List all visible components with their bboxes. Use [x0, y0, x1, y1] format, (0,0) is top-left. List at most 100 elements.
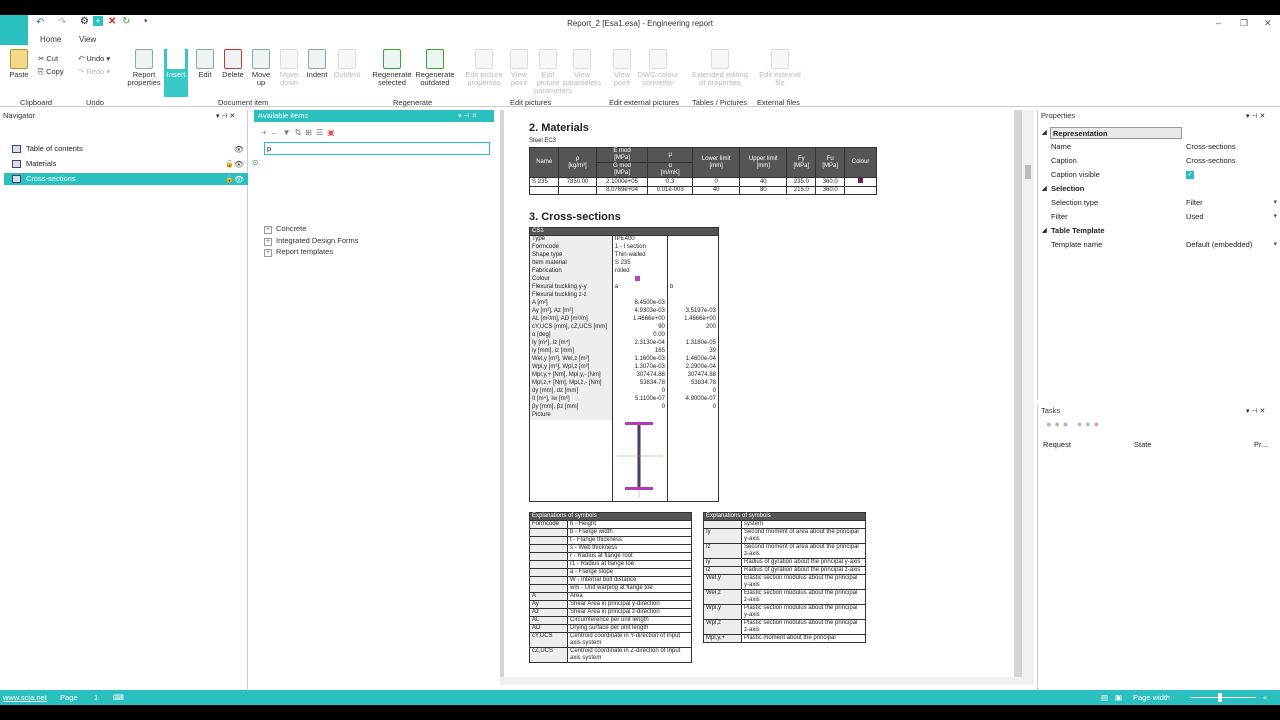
tree-item-concrete[interactable]: + Concrete — [264, 224, 306, 234]
nav-item-cross-sections[interactable]: Cross-sections 🔓 👁 — [4, 173, 248, 185]
table-row: Az Shear Area in principal z-direction — [529, 608, 692, 617]
search-input[interactable]: p — [264, 142, 490, 155]
col-request[interactable]: Request — [1043, 440, 1071, 449]
property-row[interactable]: ◢ Representation — [1038, 126, 1280, 140]
collapse-icon[interactable]: ◢ — [1042, 182, 1047, 196]
edit-picture-properties-button[interactable]: Edit picture properties — [462, 49, 506, 87]
insert-button[interactable]: Insert — [164, 49, 188, 97]
close-window-icon[interactable]: ✕ — [1264, 18, 1272, 29]
maximize-icon[interactable]: ❐ — [1240, 18, 1248, 29]
next-icon[interactable]: ● — [1085, 419, 1093, 429]
dwg-colour-converter-button[interactable]: DWG colour converter — [636, 49, 680, 87]
indent-button[interactable]: Indent — [304, 49, 330, 79]
visibility-icon[interactable]: 👁 — [234, 174, 244, 186]
expand-icon[interactable]: ⊞ — [305, 128, 316, 137]
horizontal-scrollbar[interactable] — [500, 677, 1022, 685]
edit-picture-parameters-button[interactable]: Edit picture parameters — [534, 49, 572, 95]
caption-visible-checkbox[interactable]: ✓ — [1186, 171, 1194, 179]
paste-button[interactable]: Paste — [6, 49, 32, 79]
move-down-button[interactable]: Move down — [276, 49, 302, 87]
property-row[interactable]: Selection type Filter ▾ — [1038, 196, 1280, 210]
properties-options-icon[interactable]: ▾ ⊣ ✕ — [1246, 112, 1265, 120]
property-value[interactable]: Cross-sections — [1186, 140, 1236, 154]
chevron-down-icon[interactable]: ▾ — [1273, 196, 1277, 210]
tab-home[interactable]: Home — [40, 35, 61, 44]
keyboard-icon[interactable]: ⌨ — [113, 690, 124, 705]
property-row[interactable]: Filter Used ▾ — [1038, 210, 1280, 224]
cancel-icon[interactable]: ● — [1094, 419, 1102, 429]
list-icon[interactable]: ☰ — [316, 128, 327, 137]
col-state[interactable]: State — [1134, 440, 1152, 449]
expand-icon[interactable]: + — [264, 249, 272, 257]
nav-item-materials[interactable]: Materials 🔓 👁 — [4, 158, 248, 170]
outdent-button[interactable]: Outdent — [332, 49, 362, 79]
copy-button[interactable]: ⎘ Copy — [38, 67, 64, 77]
move-up-button[interactable]: Move up — [250, 49, 272, 87]
chevron-down-icon[interactable]: ▾ — [1273, 238, 1277, 252]
table-cell: Wel,y — [703, 574, 742, 590]
property-row[interactable]: Caption Cross-sections — [1038, 154, 1280, 168]
view-point-icon — [510, 49, 528, 69]
tab-view[interactable]: View — [79, 35, 96, 44]
visibility-icon[interactable]: 👁 — [234, 144, 244, 156]
undo-button[interactable]: ↶ Undo ▾ — [78, 54, 110, 63]
pause-icon[interactable]: ● — [1077, 419, 1085, 429]
extended-editing-button[interactable]: Extended editing of properties — [688, 49, 752, 87]
redo-button[interactable]: ↷ Redo ▾ — [78, 67, 110, 76]
available-options-icon[interactable]: ▾ ⊣ ✕ — [458, 112, 477, 120]
navigator-options-icon[interactable]: ▾ ⊣ ✕ — [216, 112, 235, 120]
property-row[interactable]: ◢ Table Template — [1038, 224, 1280, 238]
layout-icon[interactable]: ▥ — [1101, 690, 1108, 705]
nav-item-table-of-contents[interactable]: Table of contents 👁 — [4, 143, 248, 155]
tree-item-report-templates[interactable]: + Report templates — [264, 247, 333, 257]
cut-button[interactable]: ✂ Cut — [38, 54, 58, 63]
zoom-thumb[interactable] — [1218, 693, 1222, 702]
property-row[interactable]: Caption visible ✓ — [1038, 168, 1280, 182]
regenerate-selected-button[interactable]: Regenerate selected — [370, 49, 414, 87]
minimize-icon[interactable]: – — [1216, 18, 1221, 28]
add-icon[interactable]: + — [262, 128, 271, 137]
property-row[interactable]: Template name Default (embedded) ▾ — [1038, 238, 1280, 252]
document-area[interactable]: 2. Materials Steel EC3 Name ρ [kg/m³] E mo… — [500, 110, 1034, 685]
website-link[interactable]: www.scia.net — [3, 690, 47, 705]
edit-button[interactable]: Edit — [194, 49, 216, 79]
property-value[interactable]: Used — [1186, 210, 1204, 224]
view-point-button[interactable]: View point — [506, 49, 532, 87]
collapse-icon[interactable]: ◢ — [1042, 224, 1047, 238]
run-icon[interactable]: ● — [1054, 419, 1062, 429]
expand-icon[interactable]: + — [264, 226, 272, 234]
report-properties-button[interactable]: Report properties — [124, 49, 164, 87]
report-page: 2. Materials Steel EC3 Name ρ [kg/m³] E mo… — [504, 110, 1014, 685]
collapse-icon[interactable]: ◢ — [1042, 126, 1047, 140]
property-value[interactable]: Cross-sections — [1186, 154, 1236, 168]
back-icon[interactable]: ← — [271, 128, 283, 137]
property-row[interactable]: Name Cross-sections — [1038, 140, 1280, 154]
filter-icon[interactable]: ▼ — [283, 128, 295, 137]
tree-item-integrated-design-forms[interactable]: + Integrated Design Forms — [264, 236, 359, 246]
delete-button[interactable]: Delete — [220, 49, 246, 79]
regenerate-outdated-button[interactable]: Regenerate outdated — [414, 49, 456, 87]
property-value[interactable]: Default (embedded) — [1186, 238, 1252, 252]
page-view-icon[interactable]: ▣ — [1115, 690, 1122, 705]
vertical-scrollbar[interactable] — [1022, 110, 1034, 685]
chevron-down-icon[interactable]: ▾ — [1273, 210, 1277, 224]
stop-icon[interactable]: ● — [1063, 419, 1071, 429]
property-value[interactable]: Filter — [1186, 196, 1203, 210]
expand-icon[interactable]: + — [264, 238, 272, 246]
col-priority[interactable]: Pr... — [1254, 440, 1267, 449]
table-cell: βy [mm], βz [mm] — [529, 403, 613, 412]
scrollbar-thumb[interactable] — [1025, 165, 1031, 179]
zoom-in-icon[interactable]: + — [1263, 690, 1267, 705]
edit-external-file-button[interactable]: Edit external file — [758, 49, 802, 87]
clear-icon[interactable]: ▣ — [327, 128, 339, 137]
lock-icon[interactable]: 🔓 — [225, 174, 234, 186]
external-view-point-button[interactable]: View point — [608, 49, 636, 87]
tasks-options-icon[interactable]: ▾ ⊣ ✕ — [1246, 407, 1265, 415]
zoom-slider[interactable] — [1190, 697, 1256, 698]
visibility-icon[interactable]: 👁 — [234, 159, 244, 171]
property-row[interactable]: ◢ Selection — [1038, 182, 1280, 196]
view-parameters-button[interactable]: View parameters — [562, 49, 602, 87]
sort-icon[interactable]: ⇅ — [295, 128, 306, 137]
lock-icon[interactable]: 🔓 — [225, 159, 234, 171]
page-width-label[interactable]: Page width — [1133, 690, 1170, 705]
